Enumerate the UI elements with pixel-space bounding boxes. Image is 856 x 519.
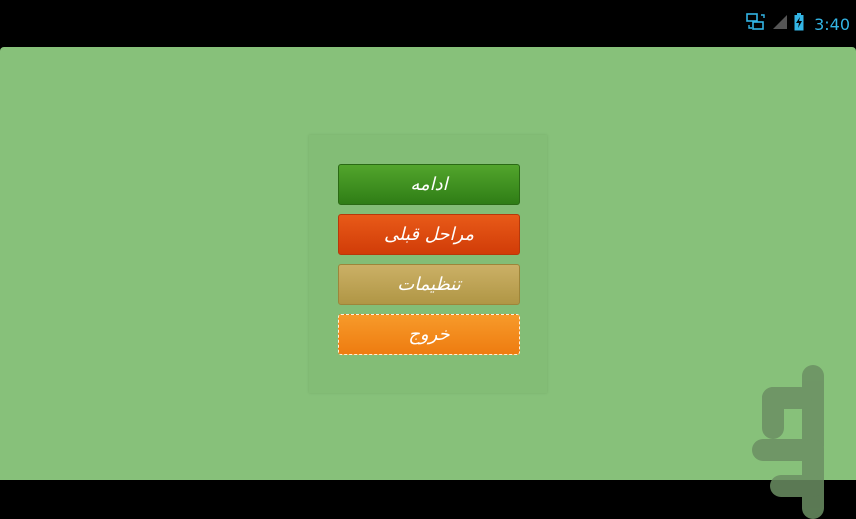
store-logo-watermark-icon	[752, 365, 824, 519]
clock: 3:40	[814, 14, 850, 34]
app-screen: ادامه مراحل قبلی تنظیمات خروج	[0, 47, 856, 519]
network-sync-icon	[746, 13, 766, 35]
main-menu-panel: ادامه مراحل قبلی تنظیمات خروج	[309, 135, 547, 393]
exit-button[interactable]: خروج	[338, 314, 520, 355]
status-bar: 3:40	[0, 0, 856, 47]
battery-charging-icon	[794, 13, 804, 35]
signal-icon	[772, 14, 788, 34]
continue-button[interactable]: ادامه	[338, 164, 520, 205]
previous-levels-button[interactable]: مراحل قبلی	[338, 214, 520, 255]
status-icons: 3:40	[746, 12, 850, 36]
settings-button[interactable]: تنظیمات	[338, 264, 520, 305]
